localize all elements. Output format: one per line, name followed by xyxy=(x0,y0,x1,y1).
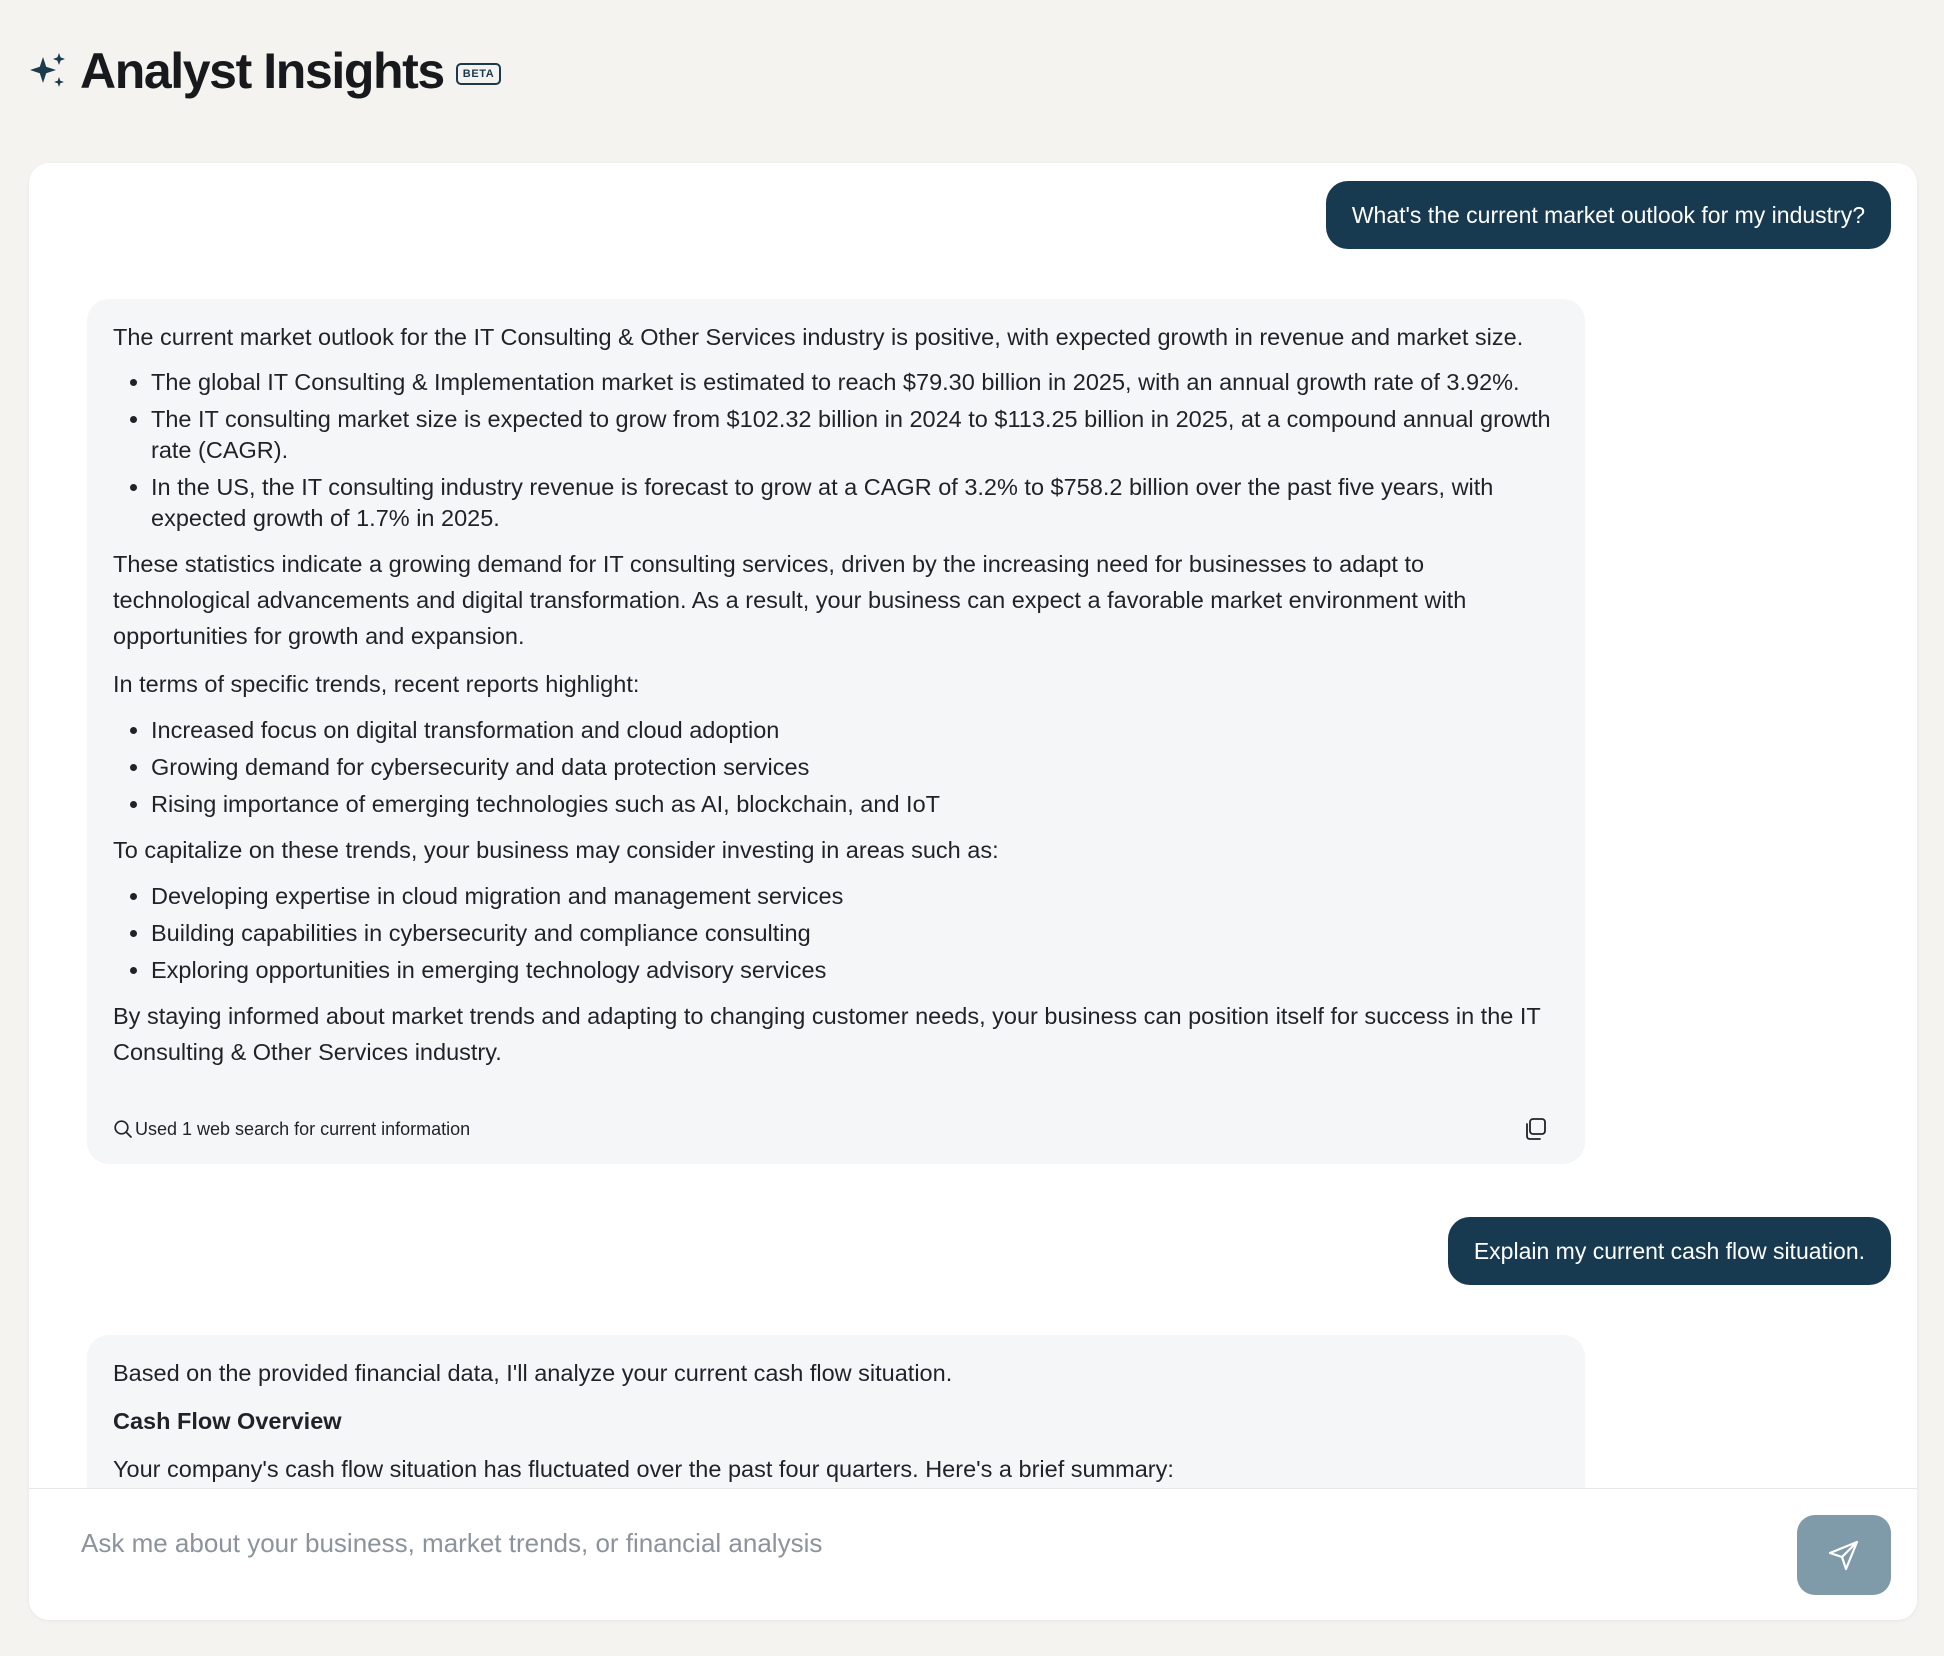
list-item: In the US, the IT consulting industry re… xyxy=(151,472,1559,534)
list-item: The IT consulting market size is expecte… xyxy=(151,404,1559,466)
copy-icon xyxy=(1522,1116,1548,1142)
user-message: What's the current market outlook for my… xyxy=(1325,181,1891,249)
copy-button[interactable] xyxy=(1521,1115,1549,1143)
list-item: Developing expertise in cloud migration … xyxy=(151,880,1559,912)
list-item: Growing demand for cybersecurity and dat… xyxy=(151,751,1559,783)
message-paragraph: To capitalize on these trends, your busi… xyxy=(113,837,999,863)
sparkles-icon xyxy=(28,51,68,91)
app-title: Analyst Insights xyxy=(80,43,445,99)
web-search-note: Used 1 web search for current informatio… xyxy=(113,1111,470,1147)
invest-list: Developing expertise in cloud migration … xyxy=(113,880,1559,986)
assistant-message: Based on the provided financial data, I'… xyxy=(87,1335,1585,1488)
list-item: Increased focus on digital transformatio… xyxy=(151,714,1559,746)
send-button[interactable] xyxy=(1797,1515,1891,1595)
search-icon xyxy=(113,1119,135,1139)
message-list[interactable]: What's the current market outlook for my… xyxy=(29,163,1917,1488)
message-footer: Used 1 web search for current informatio… xyxy=(113,1114,1559,1144)
list-item: Building capabilities in cybersecurity a… xyxy=(151,917,1559,949)
message-paragraph: These statistics indicate a growing dema… xyxy=(113,551,1467,649)
list-item: The global IT Consulting & Implementatio… xyxy=(151,367,1559,398)
list-item: Rising importance of emerging technologi… xyxy=(151,788,1559,820)
assistant-message: The current market outlook for the IT Co… xyxy=(87,299,1585,1164)
message-paragraph: By staying informed about market trends … xyxy=(113,1003,1541,1065)
trends-list: Increased focus on digital transformatio… xyxy=(113,714,1559,820)
message-intro: Based on the provided financial data, I'… xyxy=(113,1360,953,1386)
beta-badge: BETA xyxy=(455,63,502,85)
message-heading: Cash Flow Overview xyxy=(113,1408,342,1434)
composer xyxy=(29,1488,1917,1620)
message-paragraph: In terms of specific trends, recent repo… xyxy=(113,671,640,697)
chat-panel: What's the current market outlook for my… xyxy=(29,163,1917,1620)
chat-input[interactable] xyxy=(79,1517,1763,1569)
stats-list: The global IT Consulting & Implementatio… xyxy=(113,367,1559,534)
user-message: Explain my current cash flow situation. xyxy=(1447,1217,1891,1285)
send-icon xyxy=(1827,1538,1861,1572)
message-paragraph: Your company's cash flow situation has f… xyxy=(113,1456,1174,1482)
message-intro: The current market outlook for the IT Co… xyxy=(113,324,1524,350)
list-item: Exploring opportunities in emerging tech… xyxy=(151,954,1559,986)
app-header: Analyst Insights BETA xyxy=(28,38,502,104)
web-search-label: Used 1 web search for current informatio… xyxy=(135,1119,471,1139)
